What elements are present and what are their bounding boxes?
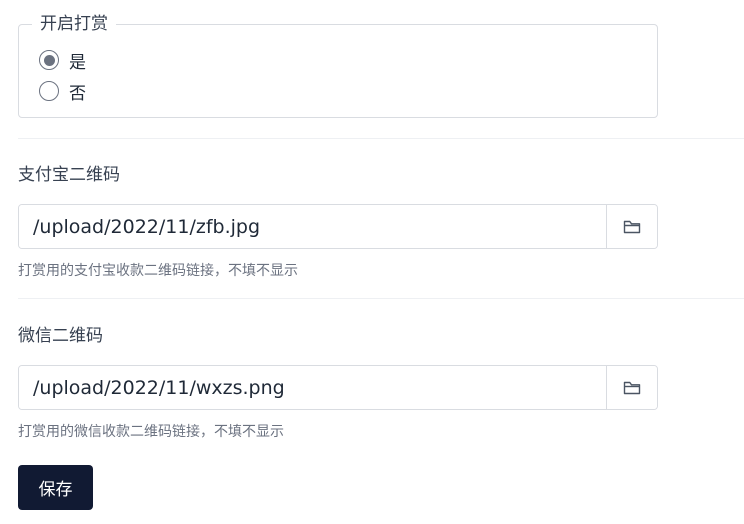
radio-option-yes[interactable]: 是 bbox=[39, 49, 86, 73]
wechat-browse-button[interactable] bbox=[606, 366, 657, 409]
radio-no[interactable] bbox=[39, 81, 59, 101]
save-button[interactable]: 保存 bbox=[18, 465, 93, 510]
alipay-qr-input-group bbox=[18, 204, 658, 249]
reward-legend: 开启打赏 bbox=[32, 12, 116, 36]
folder-icon bbox=[623, 381, 641, 394]
wechat-qr-input[interactable] bbox=[19, 366, 606, 409]
section-divider bbox=[18, 298, 744, 299]
radio-label-yes: 是 bbox=[69, 52, 86, 73]
wechat-help-text: 打赏用的微信收款二维码链接，不填不显示 bbox=[18, 424, 284, 440]
folder-icon bbox=[623, 220, 641, 233]
reward-fieldset: 开启打赏 是 否 bbox=[18, 12, 658, 118]
radio-option-no[interactable]: 否 bbox=[39, 80, 86, 104]
section-divider bbox=[18, 138, 744, 139]
alipay-browse-button[interactable] bbox=[606, 205, 657, 248]
alipay-qr-label: 支付宝二维码 bbox=[18, 165, 120, 185]
alipay-help-text: 打赏用的支付宝收款二维码链接，不填不显示 bbox=[18, 263, 298, 279]
wechat-qr-input-group bbox=[18, 365, 658, 410]
wechat-qr-label: 微信二维码 bbox=[18, 326, 103, 346]
radio-selected-dot bbox=[43, 54, 55, 66]
radio-label-no: 否 bbox=[69, 83, 86, 104]
alipay-qr-input[interactable] bbox=[19, 205, 606, 248]
radio-yes[interactable] bbox=[39, 50, 59, 70]
